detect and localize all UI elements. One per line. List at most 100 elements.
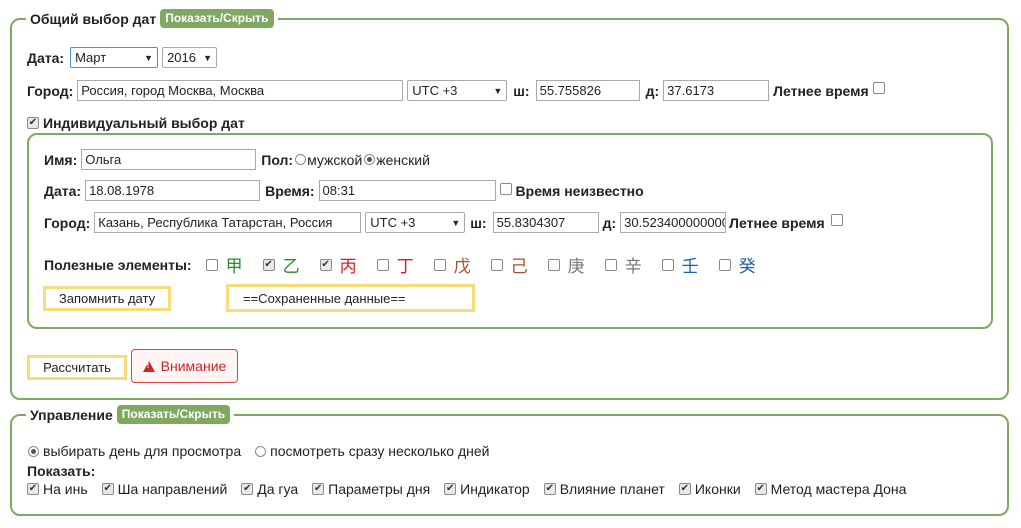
element-glyph: 丙 xyxy=(339,257,357,277)
view-single-radio[interactable] xyxy=(28,445,39,457)
element-glyph: 庚 xyxy=(567,257,585,277)
show-label-row: Показать: xyxy=(27,463,95,479)
element-checkbox[interactable]: ✔ xyxy=(319,258,332,271)
show-options-row: ✔ На инь ✔ Ша направлений ✔ Да гуа ✔ Параметры … xyxy=(27,481,906,497)
birth-utc-value: UTC +3 xyxy=(370,215,416,230)
city-label: Город: xyxy=(27,82,74,99)
year-value: 2016 xyxy=(167,50,196,65)
element-glyph: 壬 xyxy=(681,257,699,277)
birth-lat-input[interactable]: 55.8304307 xyxy=(492,212,599,233)
warning-button[interactable]: Внимание xyxy=(131,349,238,383)
birth-date-label: Дата: xyxy=(44,182,82,199)
show-option-label: Индикатор xyxy=(460,481,530,497)
element-glyph: 乙 xyxy=(282,257,300,277)
element-glyph: 癸 xyxy=(738,257,756,277)
general-date-title: Общий выбор дат xyxy=(30,10,157,27)
birth-lon-label: д: xyxy=(602,214,617,231)
element-checkbox[interactable] xyxy=(547,258,560,271)
year-select[interactable]: 2016 ▼ xyxy=(162,47,218,68)
view-multi-radio[interactable] xyxy=(255,445,267,457)
individual-row: ✔ Индивидуальный выбор дат xyxy=(27,115,245,131)
control-toggle-button[interactable]: Показать/Скрыть xyxy=(116,405,231,424)
show-option-checkbox[interactable]: ✔ xyxy=(444,483,457,495)
warning-icon xyxy=(142,360,155,372)
birth-time-label: Время: xyxy=(265,182,315,199)
city-input[interactable]: Россия, город Москва, Москва xyxy=(77,80,404,101)
element-checkbox[interactable]: ✔ xyxy=(262,258,275,271)
chevron-down-icon: ▼ xyxy=(493,85,503,96)
birth-city-input[interactable]: Казань, Республика Татарстан, Россия xyxy=(94,212,362,233)
city-row: Город: Россия, город Москва, Москва UTC … xyxy=(27,80,885,101)
birth-lon-input[interactable]: 30.523400000000 xyxy=(620,212,727,233)
name-input[interactable]: Ольга xyxy=(81,149,257,170)
element-checkbox[interactable] xyxy=(604,258,617,271)
show-option-label: Влияние планет xyxy=(559,481,665,497)
show-option-checkbox[interactable]: ✔ xyxy=(241,483,254,495)
show-option-label: Да гуа xyxy=(257,481,299,497)
gender-female-label: женский xyxy=(376,151,430,168)
individual-checkbox[interactable]: ✔ xyxy=(27,117,39,129)
show-option-checkbox[interactable]: ✔ xyxy=(678,483,691,495)
month-select[interactable]: Март ▼ xyxy=(70,47,159,68)
element-glyph: 己 xyxy=(510,257,528,277)
lon-input[interactable]: 37.6173 xyxy=(663,80,770,101)
show-option-label: Иконки xyxy=(694,481,741,497)
time-unknown-label: Время неизвестно xyxy=(515,182,644,199)
element-checkbox[interactable] xyxy=(661,258,674,271)
warning-label: Внимание xyxy=(160,358,227,374)
date-row: Дата: Март ▼ 2016 ▼ xyxy=(27,47,218,68)
element-glyph: 甲 xyxy=(225,257,243,277)
dst-checkbox[interactable] xyxy=(872,81,885,94)
element-checkbox[interactable] xyxy=(205,258,218,271)
control-title: Управление xyxy=(30,406,113,423)
element-checkbox[interactable] xyxy=(376,258,389,271)
birth-lat-label: ш: xyxy=(470,214,487,231)
show-option-checkbox[interactable]: ✔ xyxy=(543,483,556,495)
birth-utc-select[interactable]: UTC +3 ▼ xyxy=(365,212,466,233)
show-option-label: Ша направлений xyxy=(117,481,228,497)
gender-male-label: мужской xyxy=(307,151,363,168)
gender-male-radio[interactable] xyxy=(295,154,307,165)
view-multi-label: посмотреть сразу несколько дней xyxy=(270,443,490,459)
utc-select[interactable]: UTC +3 ▼ xyxy=(407,80,508,101)
birth-city-label: Город: xyxy=(44,214,91,231)
show-option-label: Параметры дня xyxy=(328,481,431,497)
control-legend: Управление Показать/Скрыть xyxy=(26,405,235,424)
chevron-down-icon: ▼ xyxy=(203,52,213,63)
month-value: Март xyxy=(75,50,107,65)
remember-date-button[interactable]: Запомнить дату xyxy=(43,286,171,311)
show-option-checkbox[interactable]: ✔ xyxy=(754,483,767,495)
element-glyph: 戊 xyxy=(453,257,471,277)
show-option-checkbox[interactable]: ✔ xyxy=(101,483,114,495)
saved-data-select[interactable]: ==Сохраненные данные== xyxy=(226,284,475,312)
gender-female-radio[interactable] xyxy=(364,154,376,165)
general-date-legend: Общий выбор дат Показать/Скрыть xyxy=(26,9,278,28)
show-option-checkbox[interactable]: ✔ xyxy=(312,483,325,495)
element-glyph: 辛 xyxy=(624,257,642,277)
chevron-down-icon: ▼ xyxy=(451,217,461,228)
element-checkbox[interactable] xyxy=(433,258,446,271)
view-single-label: выбирать день для просмотра xyxy=(43,443,242,459)
element-glyph: 丁 xyxy=(396,257,414,277)
element-checkbox[interactable] xyxy=(718,258,731,271)
birth-date-input[interactable]: 18.08.1978 xyxy=(85,180,261,201)
date-label: Дата: xyxy=(27,49,65,66)
birth-dst-checkbox[interactable] xyxy=(830,213,843,226)
element-checkbox[interactable] xyxy=(490,258,503,271)
lat-input[interactable]: 55.755826 xyxy=(535,80,640,101)
dst-label: Летнее время xyxy=(773,82,869,99)
birth-time-input[interactable]: 08:31 xyxy=(318,180,496,201)
calculate-button[interactable]: Рассчитать xyxy=(27,355,127,380)
show-option-label: На инь xyxy=(43,481,88,497)
general-toggle-button[interactable]: Показать/Скрыть xyxy=(160,9,274,28)
show-option-checkbox[interactable]: ✔ xyxy=(27,483,39,495)
show-label: Показать: xyxy=(27,463,96,479)
birth-date-row: Дата: 18.08.1978 Время: 08:31 Время неиз… xyxy=(44,180,644,201)
lat-label: ш: xyxy=(513,82,530,99)
time-unknown-checkbox[interactable] xyxy=(499,182,512,195)
elements-label: Полезные элементы: xyxy=(44,256,192,273)
elements-list: 甲 ✔ 乙 ✔ 丙 丁 戊 己 庚 辛 壬 癸 xyxy=(205,252,776,277)
view-mode-row: выбирать день для просмотра посмотреть с… xyxy=(28,443,489,459)
gender-label: Пол: xyxy=(261,151,294,168)
show-option-label: Метод мастера Дона xyxy=(770,481,907,497)
